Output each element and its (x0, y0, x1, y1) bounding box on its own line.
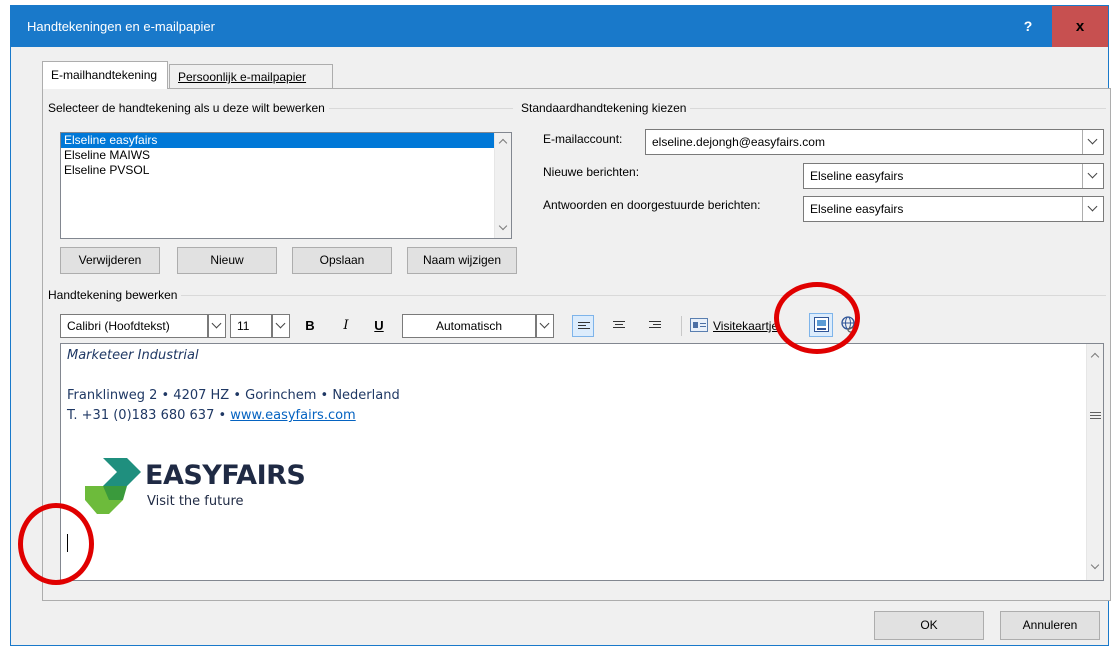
scroll-down-icon[interactable] (498, 222, 509, 233)
align-left-button[interactable] (572, 315, 594, 337)
new-messages-select[interactable]: Elseline easyfairs (803, 163, 1104, 189)
signature-listbox[interactable]: Elseline easyfairs Elseline MAIWS Elseli… (60, 132, 512, 239)
edit-group-divider (48, 295, 1106, 296)
scroll-grip-icon[interactable] (1090, 412, 1101, 421)
font-dropdown[interactable] (208, 314, 226, 338)
email-account-select[interactable]: elseline.dejongh@easyfairs.com (645, 129, 1104, 155)
scroll-up-icon[interactable] (1090, 350, 1101, 361)
email-account-label: E-mailaccount: (543, 132, 623, 146)
new-messages-value: Elseline easyfairs (810, 169, 904, 183)
annotation-circle-cursor (18, 503, 94, 585)
chevron-down-icon[interactable] (1082, 164, 1103, 188)
color-dropdown[interactable] (536, 314, 554, 338)
business-card-icon (690, 318, 708, 332)
rename-button[interactable]: Naam wijzigen (407, 247, 517, 274)
tab-personal-stationery[interactable]: Persoonlijk e-mailpapier (169, 64, 333, 88)
new-button[interactable]: Nieuw (177, 247, 277, 274)
size-dropdown[interactable] (272, 314, 290, 338)
signature-item[interactable]: Elseline easyfairs (61, 133, 495, 148)
chevron-down-icon[interactable] (1082, 130, 1103, 154)
easyfairs-logo: EASYFAIRS Visit the future (83, 456, 323, 526)
website-link[interactable]: www.easyfairs.com (230, 408, 355, 423)
replies-select[interactable]: Elseline easyfairs (803, 196, 1104, 222)
help-button[interactable]: ? (1006, 6, 1050, 47)
tab-email-signature[interactable]: E-mailhandtekening (42, 61, 168, 89)
business-card-button[interactable]: Visitekaartje (713, 319, 778, 333)
dialog-title: Handtekeningen en e-mailpapier (27, 19, 215, 34)
align-center-icon (613, 321, 625, 331)
default-group-label: Standaardhandtekening kiezen (521, 101, 691, 115)
scroll-down-icon[interactable] (1090, 561, 1101, 572)
italic-button[interactable]: I (335, 315, 357, 337)
replies-label: Antwoorden en doorgestuurde berichten: (543, 198, 761, 212)
tab-panel: Selecteer de handtekening als u deze wil… (42, 88, 1111, 601)
ok-button[interactable]: OK (874, 611, 984, 640)
logo-tagline: Visit the future (147, 494, 244, 509)
signature-line-address: Franklinweg 2 • 4207 HZ • Gorinchem • Ne… (67, 388, 400, 403)
editor-scrollbar[interactable] (1086, 344, 1103, 580)
close-button[interactable]: x (1052, 6, 1108, 47)
edit-group-label: Handtekening bewerken (48, 288, 182, 302)
easyfairs-logo-mark (85, 458, 141, 514)
align-left-icon (578, 322, 590, 332)
bold-button[interactable]: B (299, 315, 321, 337)
toolbar-separator (681, 316, 682, 336)
signature-line-title: Marketeer Industrial (67, 348, 199, 363)
chevron-down-icon[interactable] (1082, 197, 1103, 221)
cancel-button[interactable]: Annuleren (1000, 611, 1100, 640)
size-select[interactable]: 11 (230, 314, 272, 338)
phone-text: T. +31 (0)183 680 637 • (67, 408, 231, 423)
annotation-circle-picture (774, 282, 860, 354)
title-bar: Handtekeningen en e-mailpapier ? x (11, 6, 1108, 47)
underline-button[interactable]: U (368, 315, 390, 337)
align-right-button[interactable] (644, 315, 666, 337)
new-messages-label: Nieuwe berichten: (543, 165, 640, 179)
delete-button[interactable]: Verwijderen (60, 247, 160, 274)
select-group-label: Selecteer de handtekening als u deze wil… (48, 101, 329, 115)
scroll-up-icon[interactable] (498, 136, 509, 147)
font-color-select[interactable]: Automatisch (402, 314, 536, 338)
font-select[interactable]: Calibri (Hoofdtekst) (60, 314, 208, 338)
email-account-value: elseline.dejongh@easyfairs.com (652, 135, 825, 149)
listbox-scrollbar[interactable] (494, 133, 511, 238)
signature-line-phone: T. +31 (0)183 680 637 • www.easyfairs.co… (67, 408, 356, 423)
signature-item[interactable]: Elseline PVSOL (61, 163, 511, 178)
signatures-dialog: Handtekeningen en e-mailpapier ? x E-mai… (10, 5, 1111, 646)
align-center-button[interactable] (608, 315, 630, 337)
logo-wordmark: EASYFAIRS (145, 460, 306, 491)
tab-personal-stationery-label: Persoonlijk e-mailpapier (178, 70, 307, 84)
signature-editor[interactable]: Marketeer Industrial Franklinweg 2 • 420… (60, 343, 1104, 581)
save-button[interactable]: Opslaan (292, 247, 392, 274)
align-right-icon (649, 321, 661, 331)
signature-item[interactable]: Elseline MAIWS (61, 148, 511, 163)
replies-value: Elseline easyfairs (810, 202, 904, 216)
